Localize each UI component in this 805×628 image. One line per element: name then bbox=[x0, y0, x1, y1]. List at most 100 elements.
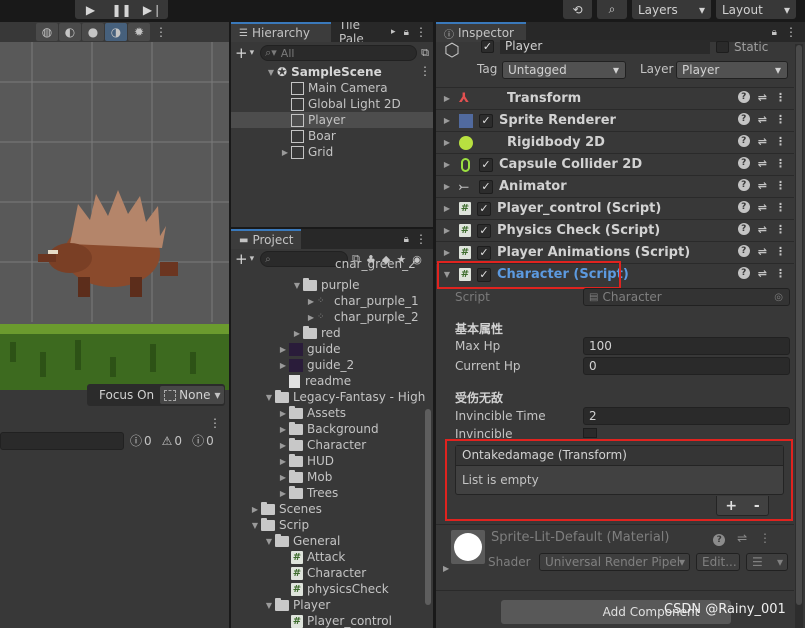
project-folder[interactable]: ▶ Character bbox=[277, 437, 366, 453]
help-icon[interactable]: ? bbox=[737, 267, 750, 279]
project-folder-red[interactable]: ▶ red bbox=[291, 325, 341, 341]
lighting-icon[interactable]: ◐ bbox=[59, 23, 81, 41]
expand-arrow-icon[interactable]: ▶ bbox=[441, 248, 453, 257]
component-capsule-collider[interactable]: ▶ ✓ Capsule Collider 2D ? ⇌ ⋮ bbox=[436, 153, 794, 175]
project-folder[interactable]: ▶ Mob bbox=[277, 469, 332, 485]
help-icon[interactable]: ? bbox=[737, 179, 750, 191]
more-icon[interactable]: ⋮ bbox=[775, 113, 786, 126]
project-item[interactable]: ▶ guide_2 bbox=[277, 357, 354, 373]
scene-root[interactable]: ▼ ✪ SampleScene bbox=[265, 64, 382, 80]
preset-icon[interactable]: ⇌ bbox=[758, 157, 767, 170]
enabled-checkbox[interactable]: ✓ bbox=[477, 245, 491, 260]
tab-project[interactable]: ▬ Project bbox=[231, 229, 301, 249]
invincible-checkbox[interactable] bbox=[583, 428, 597, 438]
expand-arrow-icon[interactable]: ▶ bbox=[277, 345, 289, 354]
preset-icon[interactable]: ⇌ bbox=[758, 179, 767, 192]
preset-icon[interactable]: ⇌ bbox=[758, 113, 767, 126]
globe-icon[interactable]: ◍ bbox=[36, 23, 58, 41]
more-icon[interactable]: ⋮ bbox=[209, 416, 221, 430]
play-icon[interactable]: ▶ bbox=[75, 0, 106, 19]
console-search-input[interactable] bbox=[0, 432, 124, 450]
focus-dropdown[interactable]: None ▾ bbox=[160, 386, 225, 404]
layers-dropdown[interactable]: Layers ▾ bbox=[632, 0, 711, 19]
project-folder[interactable]: ▶ Assets bbox=[277, 405, 346, 421]
chevron-right-icon[interactable]: ▸ bbox=[391, 27, 396, 37]
project-folder[interactable]: ▶ Trees bbox=[277, 485, 338, 501]
project-folder[interactable]: ▶ Scenes bbox=[249, 501, 322, 517]
max-hp-input[interactable]: 100 bbox=[583, 337, 790, 355]
preset-icon[interactable]: ⇌ bbox=[758, 223, 767, 236]
more-icon[interactable]: ⋮ bbox=[415, 232, 427, 246]
help-icon[interactable]: ? bbox=[737, 91, 750, 103]
more-icon[interactable]: ⋮ bbox=[419, 64, 431, 78]
component-rigidbody-2d[interactable]: ▶ Rigidbody 2D ? ⇌ ⋮ bbox=[436, 131, 794, 153]
project-scrollbar[interactable] bbox=[425, 409, 431, 605]
project-item[interactable]: ▶ ⁘ char_purple_2 bbox=[305, 309, 419, 325]
expand-arrow-icon[interactable]: ▶ bbox=[305, 313, 317, 322]
expand-arrow-icon[interactable]: ▶ bbox=[249, 505, 261, 514]
enabled-checkbox[interactable]: ✓ bbox=[479, 157, 493, 172]
expand-arrow-icon[interactable]: ▼ bbox=[263, 537, 275, 546]
project-folder[interactable]: ▼ Player bbox=[263, 597, 330, 613]
help-icon[interactable]: ? bbox=[737, 157, 750, 169]
enabled-checkbox[interactable]: ✓ bbox=[477, 223, 491, 238]
more-icon[interactable]: ⋮ bbox=[775, 201, 786, 214]
help-icon[interactable]: ? bbox=[737, 113, 750, 125]
preset-icon[interactable]: ⇌ bbox=[758, 245, 767, 258]
project-script[interactable]: # Player_control bbox=[291, 613, 392, 628]
shader-edit-button[interactable]: Edit... bbox=[696, 553, 740, 571]
expand-arrow-icon[interactable]: ▶ bbox=[441, 94, 453, 103]
more-icon[interactable]: ⋮ bbox=[785, 25, 797, 39]
layout-dropdown[interactable]: Layout ▾ bbox=[716, 0, 796, 19]
enabled-checkbox[interactable]: ✓ bbox=[477, 201, 491, 216]
project-script[interactable]: # Character bbox=[291, 565, 366, 581]
more-icon[interactable]: ⋮ bbox=[775, 91, 786, 104]
search-settings-icon[interactable]: ⧉ bbox=[421, 46, 429, 60]
tag-dropdown[interactable]: Untagged ▾ bbox=[502, 61, 626, 79]
project-item[interactable]: readme bbox=[289, 373, 351, 389]
hierarchy-item-player[interactable]: Player bbox=[231, 112, 433, 128]
more-icon[interactable]: ⋮ bbox=[775, 157, 786, 170]
expand-arrow-icon[interactable]: ▶ bbox=[305, 297, 317, 306]
component-transform[interactable]: ▶ ⅄ Transform ? ⇌ ⋮ bbox=[436, 87, 794, 109]
object-name-field[interactable]: Player bbox=[500, 40, 710, 54]
component-player-animations[interactable]: ▶ # ✓ Player Animations (Script) ? ⇌ ⋮ bbox=[436, 241, 794, 263]
preset-icon[interactable]: ⇌ bbox=[758, 267, 767, 280]
expand-arrow-icon[interactable]: ▶ bbox=[277, 441, 289, 450]
invincible-time-input[interactable]: 2 bbox=[583, 407, 790, 425]
error-count[interactable]: ⓘ 0 bbox=[192, 432, 214, 449]
scene-view[interactable]: ◍ ◐ ● ◑ ✹ ⋮ Focus On None ▾ bbox=[0, 22, 229, 412]
project-script[interactable]: # Attack bbox=[291, 549, 345, 565]
component-physics-check[interactable]: ▶ # ✓ Physics Check (Script) ? ⇌ ⋮ bbox=[436, 219, 794, 241]
component-animator[interactable]: ▶ ⤚ ✓ Animator ? ⇌ ⋮ bbox=[436, 175, 794, 197]
project-folder[interactable]: ▼ Scrip bbox=[249, 517, 309, 533]
help-icon[interactable]: ? bbox=[737, 135, 750, 147]
expand-arrow-icon[interactable]: ▶ bbox=[443, 564, 449, 573]
expand-arrow-icon[interactable]: ▶ bbox=[279, 148, 291, 157]
expand-arrow-icon[interactable]: ▶ bbox=[291, 329, 303, 338]
project-folder-purple[interactable]: ▼ purple bbox=[291, 277, 360, 293]
more-icon[interactable]: ⋮ bbox=[155, 25, 167, 39]
lock-icon[interactable]: 🔒︎ bbox=[772, 27, 777, 38]
active-toggle[interactable]: ✓ bbox=[481, 40, 495, 53]
add-icon[interactable]: + bbox=[235, 44, 248, 62]
more-icon[interactable]: ⋮ bbox=[759, 531, 771, 545]
inspector-scrollbar[interactable] bbox=[795, 44, 803, 628]
tab-inspector[interactable]: ⓘ Inspector bbox=[436, 22, 526, 42]
hierarchy-item-global-light[interactable]: Global Light 2D bbox=[291, 96, 401, 112]
tab-tile-palette[interactable]: Tile Pale bbox=[331, 22, 391, 42]
project-script[interactable]: # physicsCheck bbox=[291, 581, 389, 597]
hierarchy-item-main-camera[interactable]: Main Camera bbox=[291, 80, 388, 96]
log-count[interactable]: ⓘ 0 bbox=[130, 432, 152, 449]
project-folder[interactable]: ▼ Legacy-Fantasy - High bbox=[263, 389, 425, 405]
pause-icon[interactable]: ❚❚ bbox=[106, 0, 137, 19]
chevron-down-icon[interactable]: ▾ bbox=[250, 254, 255, 264]
component-sprite-renderer[interactable]: ▶ ✓ Sprite Renderer ? ⇌ ⋮ bbox=[436, 109, 794, 131]
help-icon[interactable]: ? bbox=[737, 245, 750, 257]
scrollbar-thumb[interactable] bbox=[796, 45, 802, 605]
enabled-checkbox[interactable]: ✓ bbox=[479, 113, 493, 128]
project-folder[interactable]: ▶ Background bbox=[277, 421, 379, 437]
tab-hierarchy[interactable]: ☰ Hierarchy bbox=[231, 22, 331, 42]
project-item[interactable]: ▶ ⁘ char_purple_1 bbox=[305, 293, 419, 309]
more-icon[interactable]: ⋮ bbox=[775, 267, 786, 280]
